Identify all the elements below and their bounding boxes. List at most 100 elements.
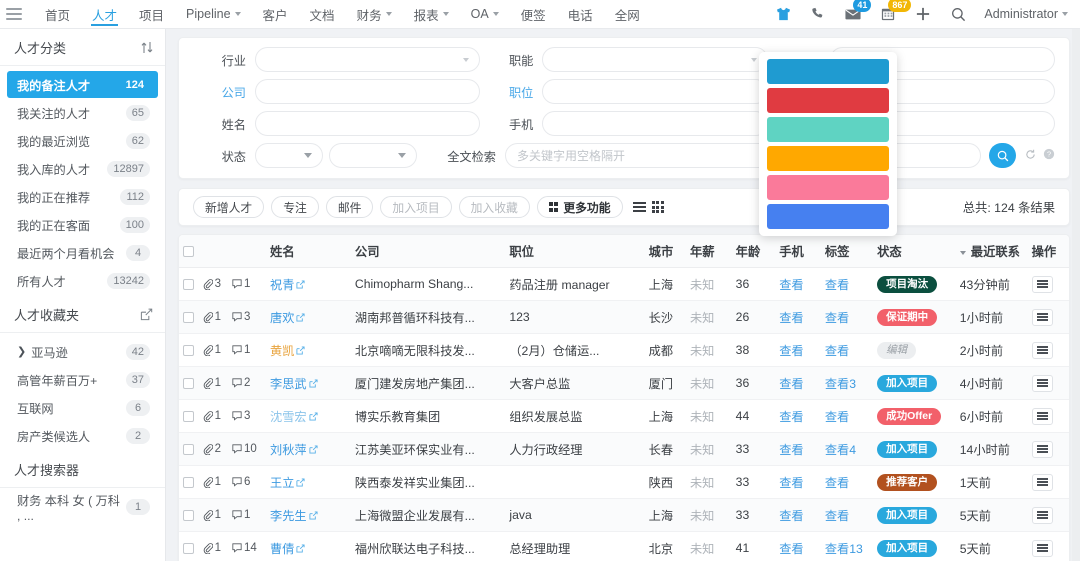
cell-tags-value[interactable]: 查看	[825, 410, 849, 424]
row-checkbox-cell[interactable]	[179, 267, 199, 301]
row-checkbox[interactable]	[183, 510, 194, 522]
attachment-icon[interactable]: 1	[203, 311, 221, 323]
row-menu-button[interactable]	[1031, 473, 1053, 491]
row-checkbox-cell[interactable]	[179, 498, 199, 532]
open-external-icon[interactable]	[296, 478, 305, 490]
row-menu-button[interactable]	[1031, 539, 1053, 557]
nav-item-10[interactable]: 电话	[557, 0, 604, 28]
mail-icon[interactable]: 41	[844, 0, 872, 23]
cell-tags-value[interactable]: 查看13	[825, 542, 863, 556]
position-input[interactable]	[542, 79, 768, 104]
sidebar-item-3[interactable]: 我入库的人才 12897	[7, 155, 158, 182]
toolbar-button-0[interactable]: 新增人才	[193, 196, 265, 218]
cell-name[interactable]: 沈雪宏	[266, 399, 351, 433]
attachment-icon[interactable]: 1	[203, 344, 221, 356]
comment-icon[interactable]: 14	[232, 542, 257, 554]
position-label[interactable]: 职位	[480, 83, 542, 101]
col-header-position[interactable]: 职位	[505, 235, 645, 268]
fulltext-input[interactable]	[505, 143, 981, 168]
company-input[interactable]	[255, 79, 481, 104]
nav-item-4[interactable]: 客户	[252, 0, 299, 28]
page-scrollbar[interactable]	[1072, 29, 1080, 561]
row-menu-button[interactable]	[1031, 506, 1053, 524]
sort-icon[interactable]	[141, 41, 153, 54]
candidate-name[interactable]: 李思武	[270, 377, 307, 391]
color-swatch-3[interactable]	[767, 146, 889, 171]
open-external-icon[interactable]	[296, 280, 305, 292]
sidebar-favorite-1[interactable]: 高管年薪百万+ 37	[7, 366, 158, 393]
candidate-name[interactable]: 祝青	[270, 278, 294, 292]
cell-tags-value[interactable]: 查看	[825, 509, 849, 523]
sidebar-searcher-0[interactable]: 财务 本科 女 ( 万科 , ... 1	[7, 493, 158, 523]
cell-phone[interactable]: 查看	[775, 366, 821, 400]
industry-select[interactable]	[255, 47, 481, 72]
candidate-name[interactable]: 沈雪宏	[270, 410, 307, 424]
sidebar-item-6[interactable]: 最近两个月看机会 4	[7, 239, 158, 266]
sidebar-favorite-3[interactable]: 房产类候选人 2	[7, 422, 158, 449]
row-menu-button[interactable]	[1031, 308, 1053, 326]
status-badge[interactable]: 加入项目	[877, 539, 938, 557]
sidebar-item-7[interactable]: 所有人才 13242	[7, 267, 158, 294]
chevron-right-icon[interactable]: ❯	[17, 345, 26, 358]
row-checkbox-cell[interactable]	[179, 465, 199, 499]
cell-status[interactable]: 加入项目	[873, 432, 956, 466]
cell-tags[interactable]: 查看	[820, 399, 874, 433]
cell-tags-value[interactable]: 查看3	[825, 377, 856, 391]
table-row[interactable]: 1 14 曹倩 福州欣联达电子科技... 总经理助理 北京 未知 41 查看 查看13 加入项目 5天…	[179, 531, 1069, 561]
cell-phone[interactable]: 查看	[775, 399, 821, 433]
cell-phone[interactable]: 查看	[775, 333, 821, 367]
row-menu-button[interactable]	[1031, 440, 1053, 458]
candidate-name[interactable]: 刘秋萍	[270, 443, 307, 457]
phone-icon[interactable]	[809, 5, 827, 23]
col-header-salary[interactable]: 年薪	[685, 235, 732, 268]
cell-tags-value[interactable]: 查看	[825, 344, 849, 358]
row-checkbox[interactable]	[183, 345, 194, 357]
row-checkbox[interactable]	[183, 378, 194, 390]
color-picker-popup[interactable]	[759, 52, 897, 236]
cell-phone-value[interactable]: 查看	[779, 311, 803, 325]
cell-operation[interactable]	[1027, 366, 1069, 400]
cell-tags[interactable]: 查看	[820, 498, 874, 532]
attachment-icon[interactable]: 1	[203, 377, 221, 389]
cell-tags[interactable]: 查看	[820, 333, 874, 367]
sidebar-item-1[interactable]: 我关注的人才 65	[7, 99, 158, 126]
comment-icon[interactable]: 1	[232, 278, 250, 290]
row-checkbox-cell[interactable]	[179, 333, 199, 367]
color-swatch-0[interactable]	[767, 59, 889, 84]
sidebar-item-5[interactable]: 我的正在客面 100	[7, 211, 158, 238]
cell-tags[interactable]: 查看	[820, 267, 874, 301]
candidate-name[interactable]: 李先生	[270, 509, 307, 523]
list-view-icon[interactable]	[632, 202, 646, 212]
comment-icon[interactable]: 6	[232, 476, 250, 488]
cell-tags[interactable]: 查看	[820, 465, 874, 499]
row-menu-button[interactable]	[1031, 341, 1053, 359]
cell-name[interactable]: 刘秋萍	[266, 432, 351, 466]
cell-status[interactable]: 项目淘汰	[873, 267, 956, 301]
cell-status[interactable]: 推荐客户	[873, 465, 956, 499]
name-input[interactable]	[255, 111, 481, 136]
open-external-icon[interactable]	[309, 445, 318, 457]
candidate-name[interactable]: 黄凯	[270, 344, 294, 358]
sidebar-item-4[interactable]: 我的正在推荐 112	[7, 183, 158, 210]
cell-name[interactable]: 祝青	[266, 267, 351, 301]
row-checkbox-cell[interactable]	[179, 366, 199, 400]
cell-phone-value[interactable]: 查看	[779, 476, 803, 490]
nav-item-3[interactable]: Pipeline	[175, 0, 251, 28]
row-menu-button[interactable]	[1031, 374, 1053, 392]
cell-operation[interactable]	[1027, 267, 1069, 301]
attachment-icon[interactable]: 2	[203, 443, 221, 455]
cell-status[interactable]: 编辑	[873, 333, 956, 367]
cell-status[interactable]: 保证期中	[873, 300, 956, 334]
nav-item-6[interactable]: 财务	[346, 0, 403, 28]
attachment-icon[interactable]: 1	[203, 509, 221, 521]
col-header-company[interactable]: 公司	[350, 235, 506, 268]
table-row[interactable]: 1 6 王立 陕西泰发祥实业集团... 陕西 未知 33 查看 查看 推荐客户 1天前	[179, 465, 1069, 499]
cell-phone[interactable]: 查看	[775, 465, 821, 499]
col-header-tags[interactable]: 标签	[820, 235, 874, 268]
cell-status[interactable]: 加入项目	[873, 498, 956, 532]
function-select[interactable]	[542, 47, 768, 72]
nav-item-2[interactable]: 项目	[128, 0, 175, 28]
color-swatch-1[interactable]	[767, 88, 889, 113]
grid-view-icon[interactable]	[651, 201, 664, 213]
open-external-icon[interactable]	[296, 313, 305, 325]
